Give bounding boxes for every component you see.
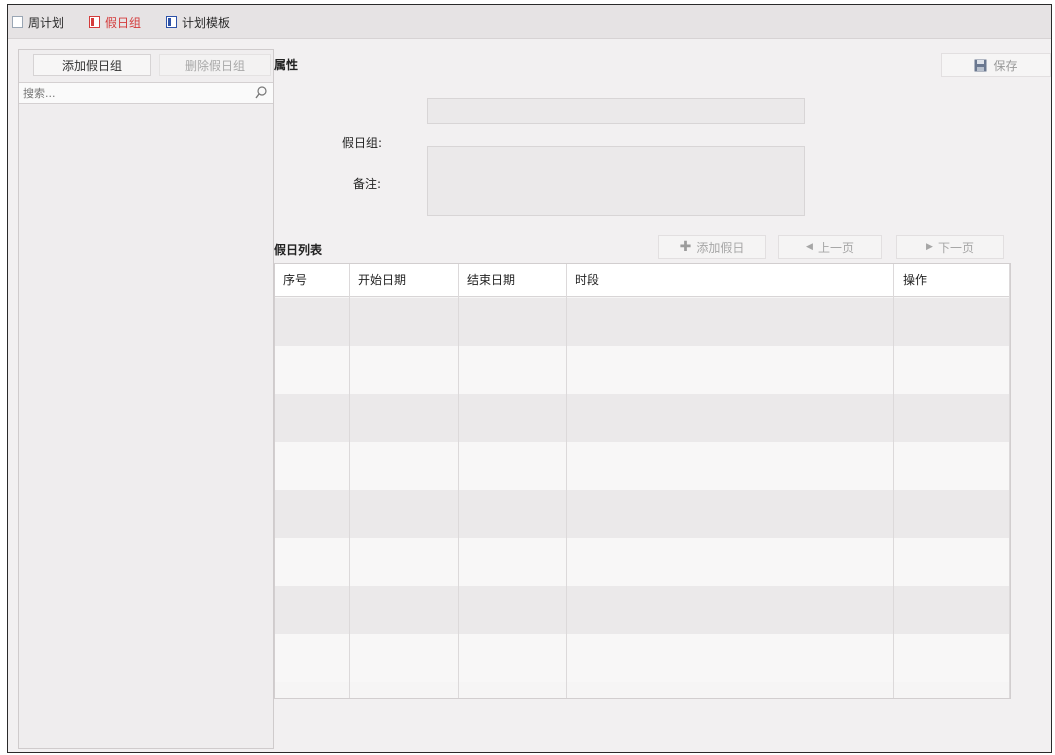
table-row[interactable] (275, 634, 1010, 682)
app-window: 周计划 假日组 计划模板 添加假日组 删除假日组 属性 保存 (7, 4, 1052, 753)
triangle-left-icon: ◀ (806, 242, 813, 252)
save-icon (974, 59, 987, 71)
calendar-icon (12, 16, 23, 28)
holiday-group-panel: 添加假日组 删除假日组 (18, 49, 274, 749)
note-label: 备注: (353, 177, 382, 191)
tab-holiday-group[interactable]: 假日组 (89, 13, 141, 31)
next-page-button[interactable]: ▶ 下一页 (896, 235, 1004, 259)
note-field[interactable] (427, 146, 805, 216)
template-icon (166, 16, 177, 28)
tab-week-plan[interactable]: 周计划 (12, 13, 64, 31)
properties-title: 属性 (274, 58, 299, 72)
table-row[interactable] (275, 442, 1010, 490)
holiday-group-icon (89, 16, 100, 28)
holiday-group-field[interactable] (427, 98, 805, 124)
column-divider (1009, 264, 1010, 698)
table-row[interactable] (275, 298, 1010, 346)
column-divider (893, 264, 894, 698)
column-header-index: 序号 (283, 273, 308, 287)
tab-label: 假日组 (105, 15, 142, 30)
add-holiday-button[interactable]: ✚ 添加假日 (658, 235, 766, 259)
triangle-right-icon: ▶ (926, 242, 933, 252)
column-header-operation: 操作 (903, 273, 928, 287)
column-divider (566, 264, 567, 698)
holiday-group-label: 假日组: (342, 136, 383, 150)
search-input[interactable] (23, 85, 243, 102)
table-header: 序号 开始日期 结束日期 时段 操作 (275, 264, 1010, 297)
table-row[interactable] (275, 538, 1010, 586)
save-button[interactable]: 保存 (941, 53, 1051, 77)
tab-label: 周计划 (28, 15, 65, 30)
save-label: 保存 (993, 58, 1018, 73)
tab-label: 计划模板 (182, 15, 231, 30)
tab-bar: 周计划 假日组 计划模板 (8, 5, 1051, 39)
table-row[interactable] (275, 490, 1010, 538)
search-bar (19, 82, 273, 104)
next-page-label: 下一页 (937, 240, 974, 255)
column-divider (458, 264, 459, 698)
column-header-end-date: 结束日期 (467, 273, 516, 287)
column-header-time-period: 时段 (575, 273, 600, 287)
delete-holiday-group-button[interactable]: 删除假日组 (159, 54, 271, 76)
table-row[interactable] (275, 586, 1010, 634)
add-holiday-label: 添加假日 (696, 240, 745, 255)
column-divider (349, 264, 350, 698)
add-holiday-group-button[interactable]: 添加假日组 (33, 54, 151, 76)
holiday-table: 序号 开始日期 结束日期 时段 操作 (274, 263, 1011, 699)
holiday-group-list[interactable] (19, 105, 273, 748)
holiday-list-title: 假日列表 (274, 243, 323, 257)
column-header-start-date: 开始日期 (358, 273, 407, 287)
prev-page-label: 上一页 (817, 240, 854, 255)
prev-page-button[interactable]: ◀ 上一页 (778, 235, 882, 259)
search-icon[interactable] (253, 85, 269, 101)
plus-icon: ✚ (679, 239, 692, 255)
table-row[interactable] (275, 394, 1010, 442)
table-row[interactable] (275, 346, 1010, 394)
tab-plan-template[interactable]: 计划模板 (166, 13, 230, 31)
